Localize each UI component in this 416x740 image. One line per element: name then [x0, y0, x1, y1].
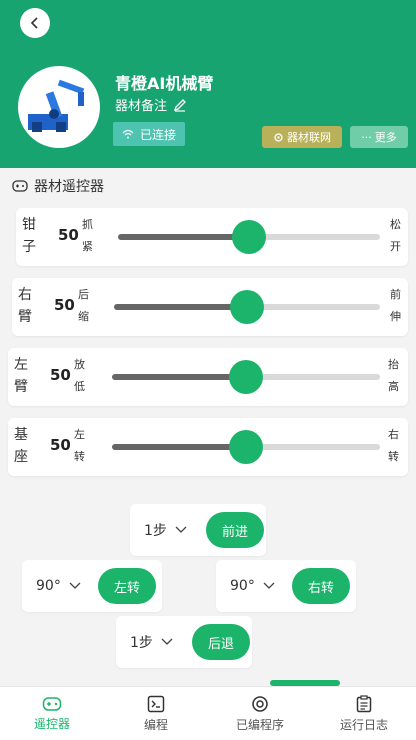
chevron-down-icon — [263, 582, 275, 589]
turn-left-button[interactable]: 左转 — [98, 568, 156, 604]
turn-left-angle-select[interactable]: 90° — [36, 578, 98, 594]
back-button[interactable] — [20, 8, 50, 38]
forward-step-value: 1步 — [144, 523, 167, 539]
more-dots-icon: ··· — [361, 130, 372, 144]
slider-card-right-arm: 右臂 50 后缩 前伸 — [12, 278, 408, 336]
turn-right-control: 90° 右转 — [216, 560, 356, 612]
slider-track[interactable] — [118, 220, 380, 254]
turn-right-angle-select[interactable]: 90° — [230, 578, 292, 594]
slider-card-left-arm: 左臂 50 放低 抬高 — [8, 348, 408, 406]
more-label: 更多 — [374, 131, 397, 144]
slider-value: 50 — [50, 366, 71, 384]
chevron-down-icon — [69, 582, 81, 589]
device-iot-label: 器材联网 — [287, 131, 331, 144]
slider-track[interactable] — [112, 430, 380, 464]
chevron-down-icon — [175, 526, 187, 533]
gamepad-icon — [42, 696, 62, 711]
slider-label: 左臂 — [14, 357, 28, 395]
slider-thumb[interactable] — [229, 430, 263, 464]
chevron-down-icon — [161, 638, 173, 645]
backward-control: 1步 后退 — [116, 616, 252, 668]
nav-label: 已编程序 — [235, 717, 284, 732]
slider-thumb[interactable] — [232, 220, 266, 254]
slider-fill — [112, 374, 246, 380]
slider-label: 右臂 — [18, 287, 32, 325]
slider-track[interactable] — [114, 290, 380, 324]
nav-label: 运行日志 — [339, 717, 388, 732]
edit-icon[interactable] — [173, 98, 187, 112]
nav-item-logs[interactable]: 运行日志 — [312, 687, 416, 740]
slider-thumb[interactable] — [230, 290, 264, 324]
slider-left-label: 抓紧 — [82, 218, 93, 253]
connection-status-text: 已连接 — [139, 127, 176, 142]
turn-left-control: 90° 左转 — [22, 560, 162, 612]
slider-right-label: 前伸 — [390, 288, 401, 323]
slider-card-gripper: 钳子 50 抓紧 松开 — [16, 208, 408, 266]
slider-label: 基座 — [14, 427, 28, 465]
wifi-icon — [122, 129, 134, 139]
slider-fill — [112, 444, 246, 450]
forward-step-select[interactable]: 1步 — [144, 520, 206, 540]
device-header: 青橙AI机械臂 器材备注 已连接 器材联网 ··· 更多 — [0, 0, 416, 168]
backward-step-value: 1步 — [130, 635, 153, 651]
device-title: 青橙AI机械臂 — [115, 74, 214, 93]
slider-left-label: 后缩 — [78, 288, 89, 323]
slider-value: 50 — [54, 296, 75, 314]
bottom-nav: 遥控器 编程 已编程序 运行日志 — [0, 686, 416, 740]
device-note-text: 器材备注 — [115, 99, 168, 114]
backward-button[interactable]: 后退 — [192, 624, 250, 660]
turn-left-angle-value: 90° — [36, 578, 61, 594]
remote-section-title: 器材遥控器 — [34, 179, 104, 195]
gear-icon — [274, 132, 283, 142]
gamepad-icon — [12, 180, 28, 192]
nav-item-programs[interactable]: 已编程序 — [208, 687, 312, 740]
connection-status-badge: 已连接 — [113, 122, 185, 146]
nav-label: 遥控器 — [33, 716, 70, 731]
remote-section-header: 器材遥控器 — [12, 176, 104, 196]
device-note[interactable]: 器材备注 — [115, 95, 187, 114]
more-button[interactable]: ··· 更多 — [350, 126, 408, 148]
slider-label: 钳子 — [22, 217, 36, 255]
terminal-icon — [147, 695, 165, 712]
nav-item-remote[interactable]: 遥控器 — [0, 687, 104, 740]
forward-control: 1步 前进 — [130, 504, 266, 556]
slider-thumb[interactable] — [229, 360, 263, 394]
slider-value: 50 — [58, 226, 79, 244]
slider-left-label: 左转 — [74, 428, 85, 463]
slider-right-label: 松开 — [390, 218, 401, 253]
slider-card-base: 基座 50 左转 右转 — [8, 418, 408, 476]
log-icon — [356, 694, 372, 712]
slider-track[interactable] — [112, 360, 380, 394]
slider-fill — [114, 304, 247, 310]
turn-right-angle-value: 90° — [230, 578, 255, 594]
turn-right-button[interactable]: 右转 — [292, 568, 350, 604]
device-avatar — [18, 66, 100, 148]
nav-item-programming[interactable]: 编程 — [104, 687, 208, 740]
program-icon — [252, 695, 268, 712]
slider-value: 50 — [50, 436, 71, 454]
slider-right-label: 右转 — [388, 428, 399, 463]
nav-label: 编程 — [143, 717, 168, 732]
back-arrow-icon — [30, 17, 38, 29]
backward-step-select[interactable]: 1步 — [130, 632, 192, 652]
slider-left-label: 放低 — [74, 358, 85, 393]
slider-fill — [118, 234, 249, 240]
device-iot-button[interactable]: 器材联网 — [262, 126, 342, 148]
slider-right-label: 抬高 — [388, 358, 399, 393]
robot-arm-icon — [28, 79, 85, 132]
forward-button[interactable]: 前进 — [206, 512, 264, 548]
